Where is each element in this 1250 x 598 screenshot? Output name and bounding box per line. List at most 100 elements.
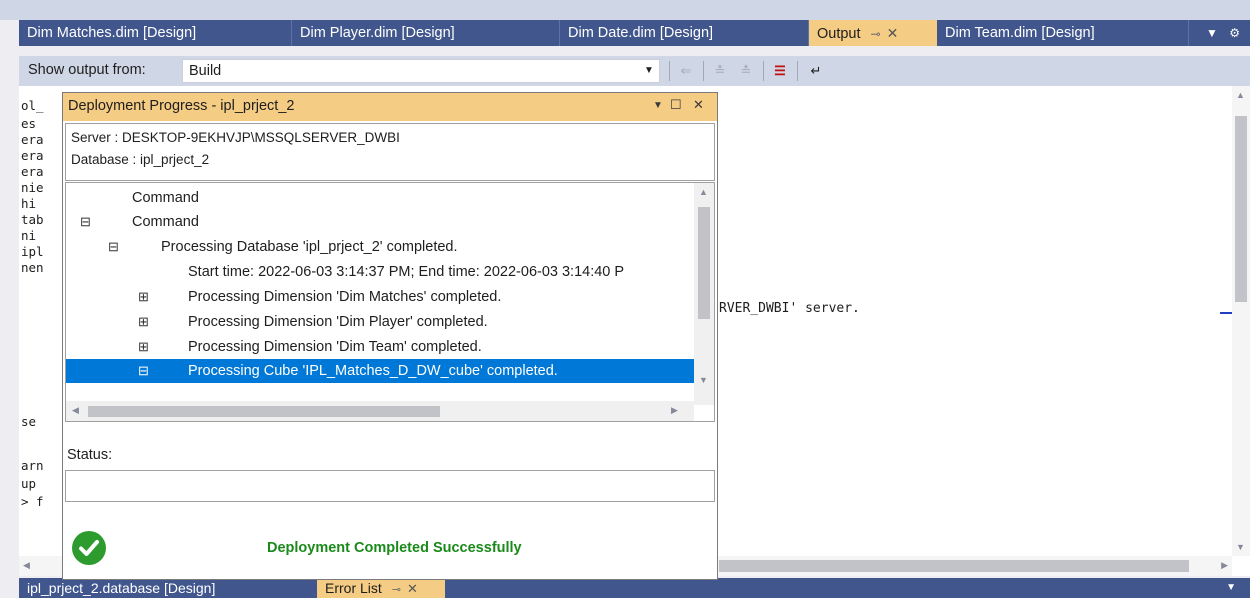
chevron-down-icon[interactable]: ▼ <box>653 100 663 111</box>
output-text-fragment: ni <box>21 228 37 243</box>
output-text-fragment: hi <box>21 196 37 211</box>
server-info: Server : DESKTOP-9EKHVJP\MSSQLSERVER_DWB… <box>71 130 400 145</box>
tab-ipl-database-design[interactable]: ipl_prject_2.database [Design] <box>19 578 309 598</box>
output-vertical-scrollbar[interactable]: ▲ ▼ <box>1232 86 1250 556</box>
output-text-fragment: era <box>21 132 44 147</box>
plus-box-icon[interactable]: ⊞ <box>138 310 150 334</box>
connection-info: Server : DESKTOP-9EKHVJP\MSSQLSERVER_DWB… <box>65 123 715 181</box>
output-text-fragment: es <box>21 116 37 131</box>
output-text-fragment: > f <box>21 494 44 509</box>
tab-label: Dim Player.dim [Design] <box>300 25 455 41</box>
tree-item[interactable]: ⊟ Processing Database 'ipl_prject_2' com… <box>66 235 694 259</box>
chevron-down-icon: ▼ <box>644 65 654 76</box>
toolbar-separator <box>797 61 798 81</box>
gear-icon[interactable]: ⚙ <box>1229 26 1240 40</box>
pin-icon[interactable]: ⊸ <box>392 584 401 596</box>
tab-label: Output <box>817 26 861 42</box>
tab-label: Dim Matches.dim [Design] <box>27 25 197 41</box>
title-strip <box>0 0 1250 20</box>
toolbar-separator <box>703 61 704 81</box>
scroll-thumb[interactable] <box>698 207 710 319</box>
output-text-fragment: tab <box>21 212 44 227</box>
clear-all-icon[interactable]: ☰ <box>769 60 791 82</box>
output-text-tail: RVER_DWBI' server. <box>719 301 860 316</box>
go-next-icon[interactable]: ≛ <box>735 60 757 82</box>
tree-item[interactable]: ⊞ Processing Dimension 'Dim Matches' com… <box>66 285 694 309</box>
chevron-down-icon[interactable]: ▼ <box>1226 578 1236 598</box>
close-icon[interactable]: ✕ <box>407 581 418 596</box>
tab-tools: ▼ ⚙ <box>1206 20 1240 46</box>
tree-vertical-scrollbar[interactable]: ▲ ▼ <box>694 183 714 405</box>
scroll-up-icon[interactable]: ▲ <box>699 187 708 197</box>
output-source-value: Build <box>189 63 222 79</box>
close-icon[interactable]: ✕ <box>693 97 704 113</box>
tree-item[interactable]: ⊞ Processing Dimension 'Dim Player' comp… <box>66 310 694 334</box>
tab-error-list[interactable]: Error List ⊸ ✕ <box>317 578 445 598</box>
output-toolbar: Show output from: Build ▼ ⇐ ≛ ≛ ☰ ↵ <box>19 56 1250 86</box>
scroll-left-icon[interactable]: ◀ <box>23 560 30 571</box>
output-text-fragment: ipl <box>21 244 44 259</box>
output-text-fragment: era <box>21 148 44 163</box>
scroll-down-icon[interactable]: ▼ <box>1236 542 1245 552</box>
close-icon[interactable]: ✕ <box>887 25 899 41</box>
pin-icon[interactable]: ⊸ <box>871 27 881 41</box>
output-text-fragment: ol_ <box>21 98 44 113</box>
plus-box-icon[interactable]: ⊞ <box>138 285 150 309</box>
tab-dim-team[interactable]: Dim Team.dim [Design] <box>937 20 1189 46</box>
tree-item[interactable]: ⊟ Command <box>66 210 694 234</box>
scroll-thumb[interactable] <box>88 406 440 417</box>
show-output-label: Show output from: <box>28 62 146 78</box>
tab-dim-matches[interactable]: Dim Matches.dim [Design] <box>19 20 292 46</box>
output-source-select[interactable]: Build ▼ <box>182 59 660 83</box>
deployment-title: Deployment Progress - ipl_prject_2 <box>68 98 295 114</box>
word-wrap-icon[interactable]: ↵ <box>805 60 827 82</box>
tree-item-label: Start time: 2022-06-03 3:14:37 PM; End t… <box>188 264 625 280</box>
tree-item-label: Processing Database 'ipl_prject_2' compl… <box>161 239 458 255</box>
scroll-thumb[interactable] <box>1235 116 1247 302</box>
tree-item-label: Processing Dimension 'Dim Team' complete… <box>188 339 482 355</box>
output-text-fragment: up <box>21 476 37 491</box>
tab-dim-player[interactable]: Dim Player.dim [Design] <box>292 20 560 46</box>
tree-item-label: Command <box>132 214 199 230</box>
tab-output[interactable]: Output ⊸ ✕ <box>809 20 937 46</box>
scroll-down-icon[interactable]: ▼ <box>699 375 708 385</box>
deployment-title-bar[interactable]: Deployment Progress - ipl_prject_2 ▼ ☐ ✕ <box>63 93 717 121</box>
tree-item-label: Processing Cube 'IPL_Matches_D_DW_cube' … <box>188 363 558 379</box>
output-text-fragment: se <box>21 414 37 429</box>
tab-dim-date[interactable]: Dim Date.dim [Design] <box>560 20 809 46</box>
go-previous-icon[interactable]: ≛ <box>709 60 731 82</box>
tab-label: Dim Date.dim [Design] <box>568 25 714 41</box>
plus-box-icon[interactable]: ⊞ <box>138 335 150 359</box>
deployment-progress-window: Deployment Progress - ipl_prject_2 ▼ ☐ ✕… <box>62 92 718 580</box>
database-info: Database : ipl_prject_2 <box>71 152 210 167</box>
chevron-down-icon[interactable]: ▼ <box>1206 26 1218 40</box>
deployment-result-text: Deployment Completed Successfully <box>267 540 522 556</box>
scroll-thumb[interactable] <box>719 560 1189 572</box>
tab-label: Error List <box>325 580 382 596</box>
find-previous-icon[interactable]: ⇐ <box>675 60 697 82</box>
scroll-right-icon[interactable]: ▶ <box>671 405 678 416</box>
minus-box-icon[interactable]: ⊟ <box>138 359 150 383</box>
tree-item-label: Processing Dimension 'Dim Matches' compl… <box>188 289 502 305</box>
deployment-tree[interactable]: Command ⊟ Command ⊟ Processing Database … <box>65 182 715 422</box>
status-field <box>65 470 715 502</box>
scroll-left-icon[interactable]: ◀ <box>72 405 79 416</box>
tab-label: Dim Team.dim [Design] <box>945 25 1095 41</box>
toolbar-separator <box>669 61 670 81</box>
minus-box-icon[interactable]: ⊟ <box>108 235 120 259</box>
output-text-fragment: nie <box>21 180 44 195</box>
tree-item-label: Command <box>132 190 199 206</box>
output-text-fragment: era <box>21 164 44 179</box>
tree-item[interactable]: Command <box>66 186 694 210</box>
toolbar-separator <box>763 61 764 81</box>
check-circle-icon <box>72 531 106 565</box>
tree-horizontal-scrollbar[interactable]: ◀ ▶ <box>66 401 694 421</box>
tree-item[interactable]: Start time: 2022-06-03 3:14:37 PM; End t… <box>66 260 694 284</box>
minus-box-icon[interactable]: ⊟ <box>80 210 92 234</box>
tree-item[interactable]: ⊞ Processing Dimension 'Dim Team' comple… <box>66 335 694 359</box>
scroll-up-icon[interactable]: ▲ <box>1236 90 1245 100</box>
tab-label: ipl_prject_2.database [Design] <box>27 580 216 596</box>
tree-item-selected[interactable]: ⊟ Processing Cube 'IPL_Matches_D_DW_cube… <box>66 359 694 383</box>
scroll-right-icon[interactable]: ▶ <box>1221 560 1228 571</box>
maximize-icon[interactable]: ☐ <box>670 97 682 113</box>
